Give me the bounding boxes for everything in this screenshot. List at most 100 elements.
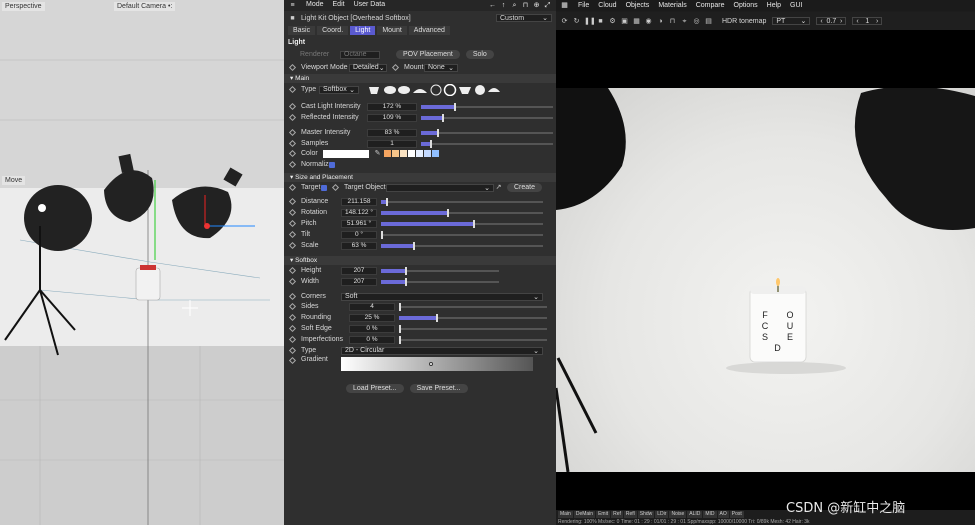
- save-icon[interactable]: ▤: [704, 17, 713, 26]
- keyframe-icon[interactable]: [288, 356, 297, 365]
- slider-handle[interactable]: [442, 113, 445, 122]
- tab-light[interactable]: Light: [350, 26, 376, 35]
- stop-icon[interactable]: ■: [596, 17, 605, 26]
- menu-compare[interactable]: Compare: [696, 2, 725, 9]
- tilt-slider[interactable]: [381, 230, 543, 239]
- samples-slider[interactable]: [421, 139, 553, 148]
- menu-user-data[interactable]: User Data: [354, 1, 386, 10]
- settings-icon[interactable]: ⚙: [608, 17, 617, 26]
- load-preset-button[interactable]: Load Preset...: [346, 384, 404, 393]
- keyframe-icon[interactable]: [288, 335, 297, 344]
- gradient-midpoint-knob[interactable]: [429, 362, 433, 366]
- rotation-field[interactable]: 148.122 °: [341, 208, 377, 217]
- render-image[interactable]: F O C U S ED: [556, 88, 975, 472]
- sides-slider[interactable]: [399, 302, 547, 311]
- corners-dropdown[interactable]: Soft ⌄: [341, 292, 543, 301]
- hamburger-icon[interactable]: ≡: [288, 1, 297, 10]
- keyframe-icon[interactable]: [288, 313, 297, 322]
- softbox-shape-icons[interactable]: [367, 83, 517, 96]
- refresh-icon[interactable]: ⟳: [560, 17, 569, 26]
- samples-field[interactable]: 1: [367, 139, 417, 148]
- distance-slider[interactable]: [381, 197, 543, 206]
- expand-icon[interactable]: ⤢: [543, 1, 552, 10]
- tab-coord[interactable]: Coord.: [317, 26, 349, 35]
- cast-slider[interactable]: [421, 102, 553, 111]
- height-field[interactable]: 207: [341, 266, 377, 275]
- slider-handle[interactable]: [385, 197, 388, 206]
- arrow-left-icon[interactable]: ‹: [820, 18, 822, 25]
- menu-mode[interactable]: Mode: [306, 1, 324, 10]
- refl-field[interactable]: 109 %: [367, 113, 417, 122]
- pov-placement-button[interactable]: POV Placement: [396, 50, 460, 59]
- slider-handle[interactable]: [381, 230, 383, 239]
- menu-objects[interactable]: Objects: [626, 2, 650, 9]
- keyframe-icon[interactable]: [288, 149, 297, 158]
- slider-handle[interactable]: [399, 302, 401, 311]
- camera-icon[interactable]: ◎: [692, 17, 701, 26]
- keyframe-icon[interactable]: [288, 208, 297, 217]
- slider-handle[interactable]: [473, 219, 476, 228]
- viewport-mode-dropdown[interactable]: Detailed ⌄: [349, 63, 387, 72]
- keyframe-icon[interactable]: [288, 113, 297, 122]
- menu-options[interactable]: Options: [734, 2, 758, 9]
- color-preset-swatch[interactable]: [432, 150, 439, 157]
- lock-icon[interactable]: ⊓: [521, 1, 530, 10]
- keyframe-icon[interactable]: [288, 63, 297, 72]
- value-stepper-2[interactable]: ‹ 1 ›: [852, 17, 883, 25]
- keyframe-icon[interactable]: [288, 230, 297, 239]
- sync-icon[interactable]: ↻: [572, 17, 581, 26]
- arrow-up-icon[interactable]: ↑: [499, 1, 508, 10]
- section-softbox[interactable]: ▾ Softbox: [284, 256, 556, 265]
- keyframe-icon[interactable]: [288, 241, 297, 250]
- width-field[interactable]: 207: [341, 277, 377, 286]
- color-swatch[interactable]: [323, 149, 369, 158]
- tab-basic[interactable]: Basic: [288, 26, 316, 35]
- keyframe-icon[interactable]: [288, 197, 297, 206]
- arrow-right-icon[interactable]: ›: [840, 18, 842, 25]
- lock-icon[interactable]: ⊓: [668, 17, 677, 26]
- gradient-bar[interactable]: [341, 357, 533, 371]
- normalize-checkbox[interactable]: [329, 161, 335, 168]
- slider-handle[interactable]: [436, 128, 439, 137]
- slider-handle[interactable]: [436, 313, 438, 322]
- tonemap-label[interactable]: HDR tonemap: [722, 18, 766, 25]
- keyframe-icon[interactable]: [288, 102, 297, 111]
- scale-field[interactable]: 63 %: [341, 241, 377, 250]
- target-checkbox[interactable]: [321, 184, 327, 191]
- render-pass-tab[interactable]: DeMain: [573, 511, 596, 518]
- color-preset-swatch[interactable]: [416, 150, 423, 157]
- master-field[interactable]: 83 %: [367, 128, 417, 137]
- menu-cloud[interactable]: Cloud: [598, 2, 616, 9]
- tab-advanced[interactable]: Advanced: [408, 26, 450, 35]
- scale-slider[interactable]: [381, 241, 543, 250]
- keyframe-icon[interactable]: [288, 128, 297, 137]
- type2-dropdown[interactable]: 2D - Circular ⌄: [341, 346, 543, 355]
- save-preset-button[interactable]: Save Preset...: [409, 384, 468, 393]
- imperf-slider[interactable]: [399, 335, 547, 344]
- pitch-slider[interactable]: [381, 219, 543, 228]
- solo-button[interactable]: Solo: [465, 50, 494, 59]
- region-icon[interactable]: ▣: [620, 17, 629, 26]
- arrow-left-icon[interactable]: ‹: [856, 18, 858, 25]
- imperf-field[interactable]: 0 %: [349, 335, 395, 344]
- pt-dropdown[interactable]: PT ⌄: [772, 17, 811, 25]
- color-preset-swatch[interactable]: [400, 150, 407, 157]
- keyframe-icon[interactable]: [288, 302, 297, 311]
- arrow-left-icon[interactable]: ←: [488, 1, 497, 10]
- pick-icon[interactable]: ↗: [494, 183, 503, 192]
- section-size-placement[interactable]: ▾ Size and Placement: [284, 173, 556, 182]
- render-pass-tab[interactable]: ALID: [687, 511, 703, 518]
- type-dropdown[interactable]: Softbox ⌄: [319, 85, 359, 94]
- render-pass-tab[interactable]: LDir: [655, 511, 669, 518]
- viewport-3d[interactable]: Perspective Default Camera •: Move: [0, 0, 284, 525]
- render-pass-tab[interactable]: Ref: [611, 511, 623, 518]
- refl-slider[interactable]: [421, 113, 553, 122]
- clay-icon[interactable]: ◑: [656, 17, 665, 26]
- eyedropper-icon[interactable]: ✎: [373, 149, 382, 158]
- search-icon[interactable]: ⌕: [510, 1, 519, 10]
- slider-handle[interactable]: [447, 208, 450, 217]
- target-object-field[interactable]: ⌄: [386, 183, 494, 192]
- cast-field[interactable]: 172 %: [367, 102, 417, 111]
- color-preset-swatch[interactable]: [392, 150, 399, 157]
- renderer-dropdown[interactable]: Octane: [340, 50, 380, 59]
